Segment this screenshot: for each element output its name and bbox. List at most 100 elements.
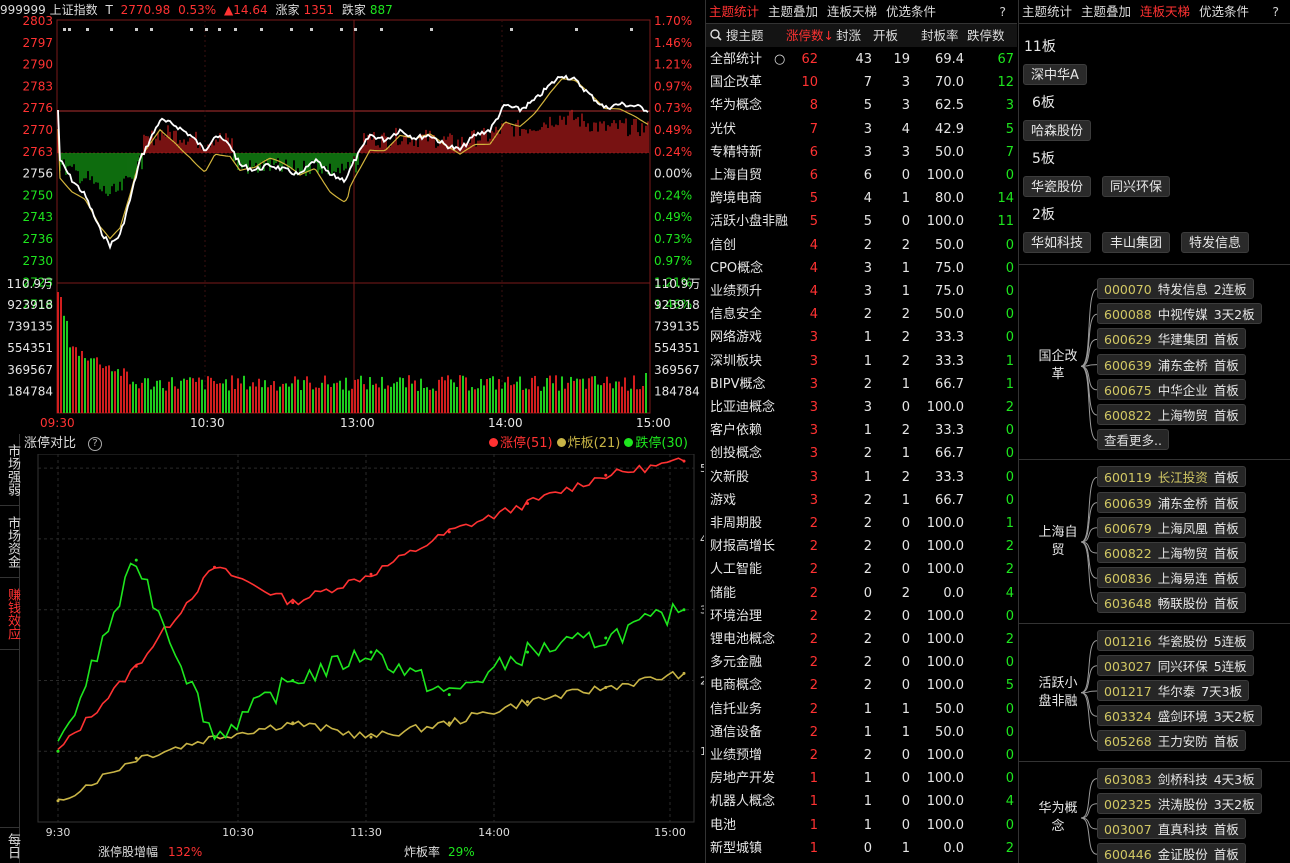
limit-compare-chart[interactable]: 50 40 30 20 10 9:30 10:30 11:30 14:00 15:00 bbox=[20, 454, 704, 844]
theme-row[interactable]: 通信设备 2 1 1 50.0 0 bbox=[706, 721, 1017, 744]
theme-row[interactable]: BIPV概念 3 2 1 66.7 1 bbox=[706, 373, 1017, 396]
search-theme-label[interactable]: 搜主题 bbox=[726, 24, 764, 47]
intraday-chart[interactable]: 2803 2797 2790 2783 2776 2770 2763 2756 2750 2743… bbox=[0, 0, 704, 434]
theme-row[interactable]: 深圳板块 3 1 2 33.3 1 bbox=[706, 350, 1017, 373]
theme-row[interactable]: 华为概念 8 5 3 62.5 3 bbox=[706, 94, 1017, 117]
group-stock-chip[interactable]: 003007 直真科技 首板 bbox=[1097, 818, 1246, 839]
theme-row[interactable]: 跨境电商 5 4 1 80.0 14 bbox=[706, 187, 1017, 210]
ladder-stock-button[interactable]: 哈森股份 bbox=[1023, 120, 1092, 141]
tab-theme-stats[interactable]: 主题统计 bbox=[1022, 4, 1072, 19]
column-header[interactable]: 开板 bbox=[873, 24, 898, 47]
tab-daily[interactable]: 每日 bbox=[0, 827, 20, 863]
group-stock-chip[interactable]: 603324 盛剑环境 3天2板 bbox=[1097, 705, 1262, 727]
group-stock-chip[interactable]: 603648 畅联股份 首板 bbox=[1097, 592, 1246, 614]
ladder-stock-button[interactable]: 特发信息 bbox=[1181, 232, 1250, 253]
tab-board-ladder[interactable]: 连板天梯 bbox=[1140, 4, 1190, 19]
group-stock-chip[interactable]: 600446 金证股份 首板 bbox=[1097, 843, 1246, 863]
group-stock-chip[interactable]: 600675 中华企业 首板 bbox=[1097, 378, 1246, 400]
tab-theme-stats[interactable]: 主题统计 bbox=[709, 4, 759, 19]
search-icon[interactable] bbox=[710, 24, 722, 47]
ladder-stock-button[interactable]: 深中华A bbox=[1023, 64, 1087, 85]
theme-row[interactable]: 客户依赖 3 1 2 33.3 0 bbox=[706, 419, 1017, 442]
group-stock-chip[interactable]: 600088 中视传媒 3天2板 bbox=[1097, 303, 1262, 325]
theme-row[interactable]: 专精特新 6 3 3 50.0 7 bbox=[706, 141, 1017, 164]
cell-4: 0 bbox=[1005, 260, 1014, 276]
theme-row[interactable]: 游戏 3 2 1 66.7 0 bbox=[706, 489, 1017, 512]
theme-row[interactable]: 业绩预升 4 3 1 75.0 0 bbox=[706, 280, 1017, 303]
column-header[interactable]: 跌停数 bbox=[967, 24, 1005, 47]
theme-row[interactable]: 上海自贸 6 6 0 100.0 0 bbox=[706, 164, 1017, 187]
group-stock-chip[interactable]: 001216 华瓷股份 5连板 bbox=[1097, 629, 1254, 651]
theme-row[interactable]: 机器人概念 1 1 0 100.0 4 bbox=[706, 790, 1017, 813]
theme-row[interactable]: 比亚迪概念 3 3 0 100.0 2 bbox=[706, 396, 1017, 419]
group-stock-chip[interactable]: 600639 浦东金桥 首板 bbox=[1097, 491, 1246, 513]
price-tick-left: 2790 bbox=[22, 58, 53, 72]
column-header[interactable]: 封涨 bbox=[836, 24, 861, 47]
see-more-button[interactable]: 查看更多.. bbox=[1097, 429, 1169, 451]
ladder-stock-button[interactable]: 同兴环保 bbox=[1102, 176, 1171, 197]
theme-row[interactable]: 国企改革 10 7 3 70.0 12 bbox=[706, 71, 1017, 94]
group-stock-chip[interactable]: 603083 剑桥科技 4天3板 bbox=[1097, 767, 1262, 789]
theme-row[interactable]: CPO概念 4 3 1 75.0 0 bbox=[706, 257, 1017, 280]
blast-rate-value: 29% bbox=[448, 845, 475, 859]
summary-icon[interactable]: ○ bbox=[774, 48, 785, 71]
summary-row[interactable]: 全部统计 ○ 62 43 19 69.4 67 bbox=[706, 48, 1017, 71]
theme-row[interactable]: 电池 1 1 0 100.0 0 bbox=[706, 814, 1017, 837]
ladder-stock-button[interactable]: 华瓷股份 bbox=[1023, 176, 1092, 197]
tab-theme-overlay[interactable]: 主题叠加 bbox=[1081, 4, 1131, 19]
tab-market-funds[interactable]: 市场资金 bbox=[0, 506, 20, 578]
theme-row[interactable]: 多元金融 2 2 0 100.0 0 bbox=[706, 651, 1017, 674]
theme-row[interactable]: 光伏 7 3 4 42.9 5 bbox=[706, 118, 1017, 141]
group-stock-chip[interactable]: 001217 华尔泰 7天3板 bbox=[1097, 680, 1250, 701]
ladder-stock-button[interactable]: 丰山集团 bbox=[1102, 232, 1171, 253]
help-icon[interactable]: ? bbox=[999, 0, 1006, 24]
stock-code: 600639 bbox=[1104, 357, 1152, 373]
group-stock-chip[interactable]: 600639 浦东金桥 首板 bbox=[1097, 353, 1246, 375]
help-icon[interactable]: ? bbox=[88, 437, 102, 451]
group-stock-chip[interactable]: 002325 洪涛股份 3天2板 bbox=[1097, 792, 1262, 814]
theme-row[interactable]: 次新股 3 1 2 33.3 0 bbox=[706, 466, 1017, 489]
theme-row[interactable]: 电商概念 2 2 0 100.0 5 bbox=[706, 674, 1017, 697]
theme-row[interactable]: 活跃小盘非融 5 5 0 100.0 11 bbox=[706, 210, 1017, 233]
group-stock-chip[interactable]: 600679 上海凤凰 首板 bbox=[1097, 516, 1246, 538]
theme-row[interactable]: 财报高增长 2 2 0 100.0 2 bbox=[706, 535, 1017, 558]
group-stock-chip[interactable]: 600836 上海易连 首板 bbox=[1097, 567, 1246, 589]
theme-row[interactable]: 环境治理 2 2 0 100.0 0 bbox=[706, 605, 1017, 628]
tab-preferred-conditions[interactable]: 优选条件 bbox=[886, 4, 936, 19]
theme-row[interactable]: 锂电池概念 2 2 0 100.0 2 bbox=[706, 628, 1017, 651]
group-stock-chip[interactable]: 600119 长江投资 首板 bbox=[1097, 466, 1246, 488]
group-stock-chip[interactable]: 605268 王力安防 首板 bbox=[1097, 730, 1246, 752]
theme-row[interactable]: 信托业务 2 1 1 50.0 0 bbox=[706, 698, 1017, 721]
theme-row[interactable]: 人工智能 2 2 0 100.0 2 bbox=[706, 558, 1017, 581]
cell-4: 0 bbox=[1005, 469, 1014, 485]
column-header[interactable]: 封板率 bbox=[921, 24, 959, 47]
theme-name: 华为概念 bbox=[710, 98, 763, 114]
volume-tick: 369567 bbox=[7, 363, 53, 377]
theme-row[interactable]: 业绩预增 2 2 0 100.0 0 bbox=[706, 744, 1017, 767]
theme-row[interactable]: 信创 4 2 2 50.0 0 bbox=[706, 234, 1017, 257]
series-point-2 bbox=[604, 636, 608, 640]
theme-row[interactable]: 非周期股 2 2 0 100.0 1 bbox=[706, 512, 1017, 535]
group-stock-chip[interactable]: 003027 同兴环保 5连板 bbox=[1097, 654, 1254, 676]
column-header[interactable]: 涨停数↓ bbox=[786, 24, 834, 47]
tab-board-ladder[interactable]: 连板天梯 bbox=[827, 4, 877, 19]
help-icon[interactable]: ? bbox=[1272, 0, 1279, 24]
group-stock-chip[interactable]: 600822 上海物贸 首板 bbox=[1097, 404, 1246, 425]
tab-theme-overlay[interactable]: 主题叠加 bbox=[768, 4, 818, 19]
cell-1: 3 bbox=[863, 284, 872, 299]
theme-row[interactable]: 新型城镇 1 0 1 0.0 2 bbox=[706, 837, 1017, 860]
group-stock-chip[interactable]: 600822 上海物贸 首板 bbox=[1097, 542, 1246, 563]
theme-row[interactable]: 创投概念 3 2 1 66.7 0 bbox=[706, 442, 1017, 465]
ladder-stock-button[interactable]: 华如科技 bbox=[1023, 232, 1092, 253]
tab-market-strength[interactable]: 市场强弱 bbox=[0, 434, 20, 506]
cell-0: 6 bbox=[809, 168, 818, 183]
theme-row[interactable]: 网络游戏 3 1 2 33.3 0 bbox=[706, 326, 1017, 349]
group-stock-chip[interactable]: 000070 特发信息 2连板 bbox=[1097, 278, 1254, 299]
cell-4: 5 bbox=[1005, 121, 1014, 137]
tab-preferred-conditions[interactable]: 优选条件 bbox=[1199, 4, 1249, 19]
tab-money-effect[interactable]: 赚钱效应 bbox=[0, 578, 20, 650]
theme-row[interactable]: 储能 2 0 2 0.0 4 bbox=[706, 582, 1017, 605]
theme-row[interactable]: 房地产开发 1 1 0 100.0 0 bbox=[706, 767, 1017, 790]
group-stock-chip[interactable]: 600629 华建集团 首板 bbox=[1097, 328, 1246, 350]
theme-row[interactable]: 信息安全 4 2 2 50.0 0 bbox=[706, 303, 1017, 326]
